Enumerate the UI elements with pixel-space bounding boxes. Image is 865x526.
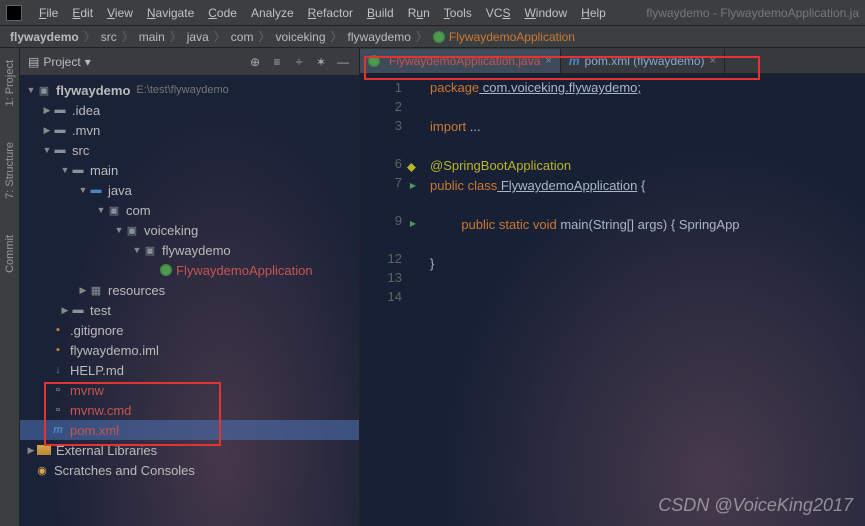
breadcrumb-item[interactable]: com: [231, 30, 254, 44]
menu-tools[interactable]: Tools: [437, 6, 479, 20]
run-icon[interactable]: ▶: [410, 214, 416, 233]
menu-edit[interactable]: Edit: [65, 6, 100, 20]
menu-run[interactable]: Run: [401, 6, 437, 20]
run-icon[interactable]: ▶: [410, 176, 416, 195]
code-editor[interactable]: package com.voiceking.flywaydemo; import…: [410, 74, 865, 526]
watermark: CSDN @VoiceKing2017: [658, 495, 853, 516]
menu-analyze[interactable]: Analyze: [244, 6, 301, 20]
tree-item-iml[interactable]: ▪flywaydemo.iml: [20, 340, 359, 360]
tree-item-scratches[interactable]: ◉Scratches and Consoles: [20, 460, 359, 480]
panel-title: ▤ Project ▾: [28, 55, 91, 69]
menu-code[interactable]: Code: [201, 6, 244, 20]
bean-icon[interactable]: ⬥: [407, 157, 416, 176]
close-icon[interactable]: ×: [710, 55, 716, 67]
tree-item-mvn[interactable]: ▶▬.mvn: [20, 120, 359, 140]
tree-item-resources[interactable]: ▶▦resources: [20, 280, 359, 300]
menu-build[interactable]: Build: [360, 6, 401, 20]
tree-item-src[interactable]: ▼▬src: [20, 140, 359, 160]
tool-project[interactable]: 1: Project: [2, 52, 18, 114]
menu-vcs[interactable]: VCS: [479, 6, 518, 20]
project-tree[interactable]: ▼▣flywaydemoE:\test\flywaydemo ▶▬.idea ▶…: [20, 76, 359, 526]
menu-view[interactable]: View: [100, 6, 140, 20]
menu-help[interactable]: Help: [574, 6, 613, 20]
tree-item-mvnw-cmd[interactable]: ▫mvnw.cmd: [20, 400, 359, 420]
editor-tabs: FlywaydemoApplication.java × m pom.xml (…: [360, 48, 865, 74]
breadcrumb-item[interactable]: java: [187, 30, 209, 44]
tab-flywaydemo-app[interactable]: FlywaydemoApplication.java ×: [360, 49, 561, 73]
tree-item-com[interactable]: ▼▣com: [20, 200, 359, 220]
breadcrumb: flywaydemo 〉src 〉main 〉java 〉com 〉voicek…: [0, 26, 865, 48]
target-icon[interactable]: ⊕: [247, 54, 263, 70]
line-gutter: 1 2 3 6⬥ 7▶ 9▶ 12 13 14: [360, 74, 410, 526]
maven-icon: m: [569, 54, 580, 68]
hide-icon[interactable]: —: [335, 54, 351, 70]
breadcrumb-root[interactable]: flywaydemo: [10, 30, 79, 44]
spring-icon: [160, 264, 172, 276]
tree-item-voiceking[interactable]: ▼▣voiceking: [20, 220, 359, 240]
close-icon[interactable]: ×: [545, 55, 551, 67]
tree-item-flywaydemo-pkg[interactable]: ▼▣flywaydemo: [20, 240, 359, 260]
breadcrumb-item[interactable]: src: [101, 30, 117, 44]
tab-pom[interactable]: m pom.xml (flywaydemo) ×: [561, 49, 725, 73]
tree-item-help[interactable]: ↓HELP.md: [20, 360, 359, 380]
spring-icon: [433, 31, 445, 43]
tree-item-ext-libs[interactable]: ▶External Libraries: [20, 440, 359, 460]
app-logo-icon: [6, 5, 22, 21]
collapse-icon[interactable]: ÷: [291, 54, 307, 70]
tool-structure[interactable]: 7: Structure: [2, 134, 18, 207]
tree-item-gitignore[interactable]: ▪.gitignore: [20, 320, 359, 340]
settings-icon[interactable]: ✶: [313, 54, 329, 70]
tree-item-java[interactable]: ▼▬java: [20, 180, 359, 200]
menu-refactor[interactable]: Refactor: [301, 6, 360, 20]
breadcrumb-current[interactable]: FlywaydemoApplication: [449, 30, 575, 44]
breadcrumb-item[interactable]: flywaydemo: [348, 30, 411, 44]
menu-window[interactable]: Window: [517, 6, 574, 20]
window-title: flywaydemo - FlywaydemoApplication.ja: [646, 6, 859, 20]
tree-item-test[interactable]: ▶▬test: [20, 300, 359, 320]
tree-item-main[interactable]: ▼▬main: [20, 160, 359, 180]
menu-file[interactable]: File: [32, 6, 65, 20]
expand-icon[interactable]: ≡: [269, 54, 285, 70]
tree-item-app-class[interactable]: FlywaydemoApplication: [20, 260, 359, 280]
breadcrumb-item[interactable]: main: [139, 30, 165, 44]
breadcrumb-item[interactable]: voiceking: [275, 30, 325, 44]
tree-item-pom[interactable]: mpom.xml: [20, 420, 359, 440]
menu-navigate[interactable]: Navigate: [140, 6, 201, 20]
tree-item-mvnw[interactable]: ▫mvnw: [20, 380, 359, 400]
tool-commit[interactable]: Commit: [2, 227, 18, 281]
spring-icon: [368, 55, 380, 67]
tree-item-idea[interactable]: ▶▬.idea: [20, 100, 359, 120]
tree-root[interactable]: ▼▣flywaydemoE:\test\flywaydemo: [20, 80, 359, 100]
